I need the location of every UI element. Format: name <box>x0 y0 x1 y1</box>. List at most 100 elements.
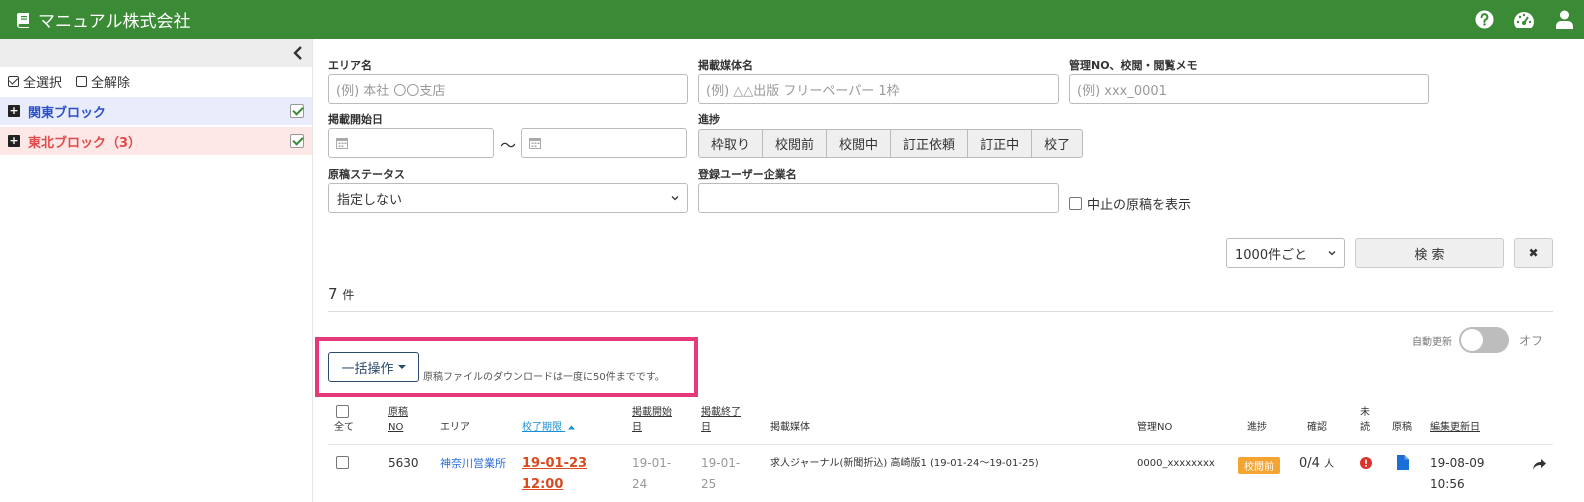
show-cancelled-label: 中止の原稿を表示 <box>1087 198 1192 213</box>
progress-label: 進捗 <box>698 113 720 126</box>
progress-option-before-review[interactable]: 校閲前 <box>763 130 828 157</box>
status-select[interactable]: 指定しない <box>328 183 688 213</box>
row-start-date-line2: 24 <box>632 477 648 491</box>
group-checkbox[interactable] <box>290 104 304 118</box>
start-date-label: 掲載開始日 <box>328 113 383 126</box>
book-icon <box>17 12 29 28</box>
group-checkbox[interactable] <box>290 134 304 148</box>
deselect-all-button[interactable]: 全解除 <box>76 72 130 91</box>
app-header: マニュアル株式会社 <box>0 0 1584 39</box>
row-end-date-line2: 25 <box>701 477 717 491</box>
expand-plus-icon[interactable]: + <box>8 135 20 147</box>
th-manuscript-no[interactable]: 原稿 NO <box>388 405 408 435</box>
per-page-value: 1000件ごと <box>1235 247 1308 263</box>
th-progress: 進捗 <box>1247 422 1267 433</box>
th-updated[interactable]: 編集更新日 <box>1430 420 1480 435</box>
company-input[interactable] <box>698 183 1059 213</box>
divider <box>328 311 1553 312</box>
th-manuscript: 原稿 <box>1392 422 1412 433</box>
row-checkbox[interactable] <box>336 456 349 469</box>
chevron-down-icon <box>1328 251 1336 256</box>
area-input[interactable]: (例) 本社 〇〇支店 <box>328 74 688 104</box>
row-media: 求人ジャーナル(新聞折込) 高崎版1 (19-01-24〜19-01-25) <box>770 458 1039 469</box>
row-confirm-count: 0/4 <box>1299 456 1320 471</box>
th-confirm: 確認 <box>1307 422 1327 433</box>
auto-update-state: オフ <box>1519 334 1544 348</box>
status-badge: 校閲前 <box>1238 457 1280 474</box>
th-unread: 未 読 <box>1360 405 1370 435</box>
clear-filters-button[interactable]: ✖ <box>1514 238 1553 268</box>
th-start-date-line2: 日 <box>632 422 642 433</box>
progress-option-waku[interactable]: 枠取り <box>699 130 764 157</box>
calendar-icon <box>529 138 541 149</box>
dashboard-icon[interactable] <box>1504 0 1544 39</box>
auto-update-switch[interactable] <box>1459 327 1509 353</box>
progress-option-reviewing[interactable]: 校閲中 <box>827 130 892 157</box>
deselect-all-label: 全解除 <box>91 75 131 91</box>
progress-option-correction-request[interactable]: 訂正依頼 <box>891 130 969 157</box>
collapse-sidebar-icon[interactable] <box>290 43 306 63</box>
status-select-value: 指定しない <box>337 192 403 208</box>
user-icon[interactable] <box>1544 0 1584 39</box>
progress-option-complete[interactable]: 校了 <box>1032 130 1082 157</box>
auto-update-label: 自動更新 <box>1412 337 1452 348</box>
th-start-date[interactable]: 掲載開始 日 <box>632 405 672 435</box>
brand[interactable]: マニュアル株式会社 <box>16 7 191 32</box>
search-button[interactable]: 検 索 <box>1355 238 1504 268</box>
area-label: エリア名 <box>328 59 372 72</box>
per-page-select[interactable]: 1000件ごと <box>1226 238 1345 268</box>
show-cancelled-toggle[interactable]: 中止の原稿を表示 <box>1069 194 1191 213</box>
th-media: 掲載媒体 <box>770 422 810 433</box>
row-confirm[interactable]: 0/4 人 <box>1299 453 1334 475</box>
calendar-icon <box>336 138 348 149</box>
sidebar-group-tohoku[interactable]: + 東北ブロック（3） <box>0 127 312 155</box>
expand-plus-icon[interactable]: + <box>8 105 20 117</box>
row-start-date: 19-01- 24 <box>632 453 671 495</box>
row-mgmt-no: 0000_xxxxxxxx <box>1137 458 1215 469</box>
row-deadline-time: 12:00 <box>522 477 564 492</box>
media-input[interactable]: (例) △△出版 フリーペーパー 1枠 <box>698 74 1059 104</box>
bulk-action-highlight <box>315 337 698 397</box>
company-name: マニュアル株式会社 <box>38 12 191 32</box>
sidebar: 全選択 全解除 + 関東ブロック + 東北ブロック（3） <box>0 39 313 502</box>
result-count: 7 件 <box>328 285 354 303</box>
date-separator: 〜 <box>500 136 517 155</box>
row-area-link[interactable]: 神奈川営業所 <box>440 453 506 474</box>
th-area: エリア <box>440 422 470 433</box>
th-manuscript-no-line2: NO <box>388 422 404 433</box>
show-cancelled-checkbox[interactable] <box>1069 197 1082 210</box>
th-end-date[interactable]: 掲載終了 日 <box>701 405 741 435</box>
row-updated: 19-08-09 10:56 <box>1430 453 1484 495</box>
mgmt-input[interactable]: (例) xxx_0001 <box>1069 74 1429 104</box>
select-all-label: 全選択 <box>23 75 63 91</box>
help-icon[interactable] <box>1464 0 1504 39</box>
th-manuscript-no-line1: 原稿 <box>388 407 408 418</box>
start-date-from-input[interactable] <box>328 128 494 158</box>
progress-filter-group: 枠取り 校閲前 校閲中 訂正依頼 訂正中 校了 <box>698 129 1084 158</box>
share-arrow-icon[interactable] <box>1533 459 1546 470</box>
start-date-to-input[interactable] <box>521 128 687 158</box>
sidebar-group-kanto[interactable]: + 関東ブロック <box>0 97 312 125</box>
result-count-value: 7 <box>328 285 338 303</box>
th-deadline[interactable]: 校了期限 <box>522 420 576 435</box>
group-label: 東北ブロック（3） <box>28 135 142 151</box>
file-icon[interactable] <box>1397 455 1409 470</box>
progress-option-correcting[interactable]: 訂正中 <box>968 130 1033 157</box>
th-mgmt-no: 管理NO <box>1137 422 1173 433</box>
select-all-button[interactable]: 全選択 <box>8 72 62 91</box>
row-deadline[interactable]: 19-01-23 12:00 <box>522 453 587 495</box>
select-all-rows-checkbox[interactable] <box>336 405 349 418</box>
th-deadline-label: 校了期限 <box>522 422 562 433</box>
company-label: 登録ユーザー企業名 <box>698 168 797 181</box>
th-end-date-line1: 掲載終了 <box>701 407 741 418</box>
media-label: 掲載媒体名 <box>698 59 753 72</box>
mgmt-label: 管理NO、校閲・閲覧メモ <box>1069 59 1198 72</box>
sort-asc-icon <box>568 425 576 430</box>
result-count-unit: 件 <box>342 288 355 302</box>
row-start-date-line1: 19-01- <box>632 456 672 470</box>
th-unread-line1: 未 <box>1360 407 1370 418</box>
th-end-date-line2: 日 <box>701 422 711 433</box>
empty-square-icon <box>76 75 88 87</box>
th-unread-line2: 読 <box>1360 422 1370 433</box>
row-updated-time: 10:56 <box>1430 477 1465 491</box>
